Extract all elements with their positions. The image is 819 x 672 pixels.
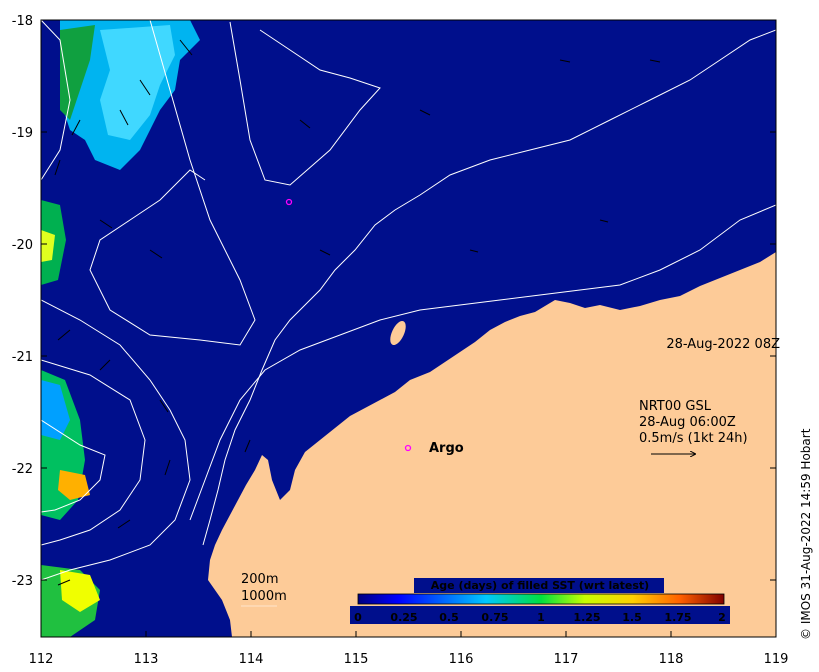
current-legend-scale: 0.5m/s (1kt 24h) [639,431,748,446]
colorbar-bar [357,593,725,605]
isobath-1000m-label: 1000m [241,589,287,604]
x-tick-label: 113 [134,652,159,667]
colorbar-tick: 0 [354,611,362,624]
colorbar-tick: 1.5 [622,611,642,624]
argo-label: Argo [429,441,464,456]
colorbar-tick: 0.25 [390,611,417,624]
colorbar-tick: 1.75 [664,611,691,624]
sst-map-figure: 112 113 114 115 116 117 118 119 -18 -19 … [12,14,813,667]
y-tick-label: -18 [12,14,33,29]
x-tick-label: 119 [764,652,789,667]
x-tick-label: 118 [659,652,684,667]
colorbar-tick: 0.75 [481,611,508,624]
x-tick-label: 116 [449,652,474,667]
x-tick-label: 115 [344,652,369,667]
isobath-200m-label: 200m [241,572,278,587]
x-tick-label: 112 [29,652,54,667]
colorbar-tick: 0.5 [439,611,459,624]
current-legend-source: NRT00 GSL [639,399,712,414]
y-tick-label: -23 [12,574,33,589]
y-tick-label: -22 [12,462,33,477]
map-timestamp: 28-Aug-2022 08Z [666,337,780,352]
y-tick-label: -19 [12,126,33,141]
map-plot-area [41,20,776,637]
colorbar-title: Age (days) of filled SST (wrt latest) [431,579,649,592]
x-tick-label: 114 [239,652,264,667]
colorbar-tick: 1 [537,611,545,624]
y-tick-label: -21 [12,350,33,365]
y-tick-label: -20 [12,238,33,253]
x-tick-label: 117 [554,652,579,667]
copyright-notice: © IMOS 31-Aug-2022 14:59 Hobart [799,428,813,640]
current-legend-time: 28-Aug 06:00Z [639,415,736,430]
colorbar-tick: 2 [718,611,726,624]
colorbar-tick: 1.25 [573,611,600,624]
